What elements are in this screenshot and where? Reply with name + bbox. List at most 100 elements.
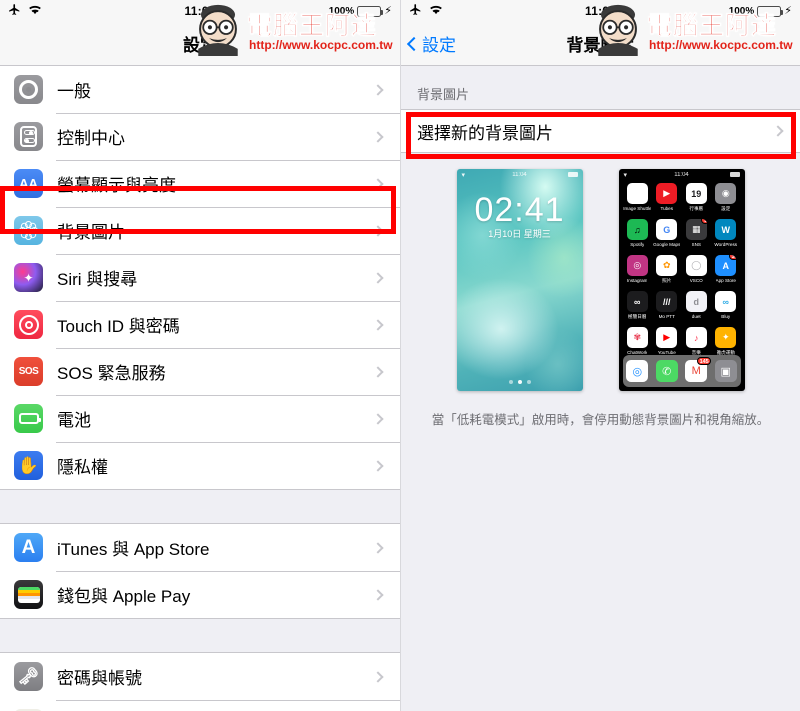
back-button[interactable]: 設定 [406,31,456,56]
home-app-label: 行事曆 [689,206,704,211]
nav-bar-right: 設定 背景圖片 [401,22,800,66]
home-app-cell[interactable]: ▦5 SNS [682,219,712,255]
choose-new-wallpaper-label: 選擇新的背景圖片 [417,123,553,143]
settings-icon: ◉ [715,183,737,204]
wallpaper-previews: ▾ 11:04 02:41 1月10日 星期三 ▾ 11:04 Image Sh… [401,153,800,403]
home-app-label: 設定 [721,206,731,211]
home-app-cell[interactable]: ♫ Spotify [623,219,653,255]
sidebar-item-wallet-apple-pay[interactable]: 錢包與 Apple Pay [0,571,400,618]
bluy-icon: ∞ [715,291,737,312]
right-panel-filler [401,429,800,711]
sos-icon: SOS [14,357,43,386]
status-bar-right: 11:04 100% ⚡ [401,0,800,22]
home-app-label: 照片 [662,278,672,283]
touch-id-icon [14,310,43,339]
gmail-icon[interactable]: M 145 [685,357,712,382]
preview-status-bar: ▾ 11:04 [619,169,745,180]
preview-status-time: 11:04 [674,171,689,178]
sns-folder-icon: ▦5 [685,219,707,240]
home-app-cell[interactable]: W WordPress [711,219,741,255]
google-maps-icon: G [656,219,678,240]
chevron-right-icon [372,271,384,284]
sidebar-item-sos[interactable]: SOS SOS 緊急服務 [0,348,400,395]
home-screen-dock: ◎ ✆ M 145 ▣ [622,355,741,387]
gear-icon [14,75,43,104]
sidebar-item-siri[interactable]: ✦ Siri 與搜尋 [0,254,400,301]
sidebar-item-privacy[interactable]: ✋ 隱私權 [0,442,400,489]
yahoo-sports-icon: ✦ [715,327,737,348]
home-app-cell[interactable]: ▶ Tubes [652,183,682,219]
home-app-label: Spotify [630,242,645,247]
chevron-left-icon [406,36,422,51]
duet-icon: d [685,291,707,312]
home-app-cell[interactable]: A33 App Store [711,255,741,291]
home-app-cell[interactable]: /// Mo PTT [652,291,682,327]
sidebar-item-label: Touch ID 與密碼 [57,317,180,336]
status-bar-left: 11:04 100% ⚡ [0,0,400,22]
notification-badge: 5 [700,219,707,224]
youtube-icon: ▶ [656,327,678,348]
home-app-cell[interactable]: ◯ VSCO [682,255,712,291]
home-app-cell[interactable]: ∞ 極簡日曆 [623,291,653,327]
home-screen-preview[interactable]: ▾ 11:04 Image Shuttle ▶ Tubes 19 行事曆 ◉ 設定 ♫ Spot… [618,169,745,391]
home-app-cell[interactable]: ∞ Bluy [711,291,741,327]
chevron-right-icon [372,177,384,190]
sidebar-item-battery[interactable]: 電池 [0,395,400,442]
sidebar-item-itunes-app-store[interactable]: A iTunes 與 App Store [0,524,400,571]
sidebar-item-label: 一般 [57,82,91,101]
sidebar-item-control-center[interactable]: 控制中心 [0,113,400,160]
sidebar-item-general[interactable]: 一般 [0,66,400,113]
sidebar-item-label: 密碼與帳號 [57,669,142,688]
battery-icon [357,5,384,17]
charging-bolt-icon: ⚡ [784,4,792,17]
preview-status-time: 11:04 [512,171,527,178]
siri-icon: ✦ [14,263,43,292]
charging-bolt-icon: ⚡ [384,4,392,17]
notification-badge: 145 [697,357,712,365]
home-app-label: 極簡日曆 [628,314,647,319]
choose-new-wallpaper-row[interactable]: 選擇新的背景圖片 [401,109,800,153]
chatwork-icon: ✾ [626,327,648,348]
sidebar-item-label: 控制中心 [57,129,125,148]
sidebar-item-label: 錢包與 Apple Pay [57,587,191,606]
sidebar-item-touch-id[interactable]: Touch ID 與密碼 [0,301,400,348]
sidebar-item-label: 電池 [57,411,91,430]
phone-icon[interactable]: ✆ [655,360,678,382]
sidebar-item-label: 背景圖片 [57,223,125,242]
home-app-cell[interactable]: d duet [682,291,712,327]
home-app-cell[interactable]: Image Shuttle [623,183,653,219]
chevron-right-icon [772,125,784,137]
sidebar-item-contacts[interactable]: 👥 聯絡資訊 [0,700,400,711]
back-button-label: 設定 [422,36,456,55]
lock-screen-preview[interactable]: ▾ 11:04 02:41 1月10日 星期三 [456,169,583,391]
home-app-label: Google Maps [653,242,681,247]
vsco-icon: ◯ [685,255,707,276]
chevron-right-icon [372,130,384,143]
sidebar-item-wallpaper[interactable]: 背景圖片 [0,207,400,254]
home-app-cell[interactable]: ◎ Instagram [623,255,653,291]
page-title: 背景圖片 [566,36,635,55]
sidebar-item-label: SOS 緊急服務 [57,364,166,383]
home-app-cell[interactable]: ✿ 照片 [652,255,682,291]
sidebar-item-label: Siri 與搜尋 [57,270,138,289]
spotify-icon: ♫ [626,219,648,240]
chevron-right-icon [372,541,384,554]
dual-screenshot-composite: 11:04 100% ⚡ 設定 電腦王阿達 http://www.kocpc.c… [0,0,800,711]
home-app-label: Image Shuttle [623,206,652,211]
safari-icon[interactable]: ◎ [626,360,649,382]
sidebar-item-passwords-accounts[interactable]: 🗝 密碼與帳號 [0,653,400,700]
sidebar-item-display-brightness[interactable]: AA 螢幕顯示與亮度 [0,160,400,207]
battery-percent-label: 100% [728,5,755,17]
home-app-cell[interactable]: 19 行事曆 [682,183,712,219]
home-app-cell[interactable]: ◉ 設定 [711,183,741,219]
music-icon: ♪ [685,327,707,348]
instagram-icon: ◎ [626,255,648,276]
camera-icon[interactable]: ▣ [714,360,737,382]
sidebar-item-label: 螢幕顯示與亮度 [57,176,176,195]
chevron-right-icon [372,224,384,237]
display-brightness-icon: AA [14,169,43,198]
home-app-label: WordPress [714,242,738,247]
home-app-cell[interactable]: G Google Maps [652,219,682,255]
chevron-right-icon [372,459,384,472]
leica-icon [626,183,648,204]
